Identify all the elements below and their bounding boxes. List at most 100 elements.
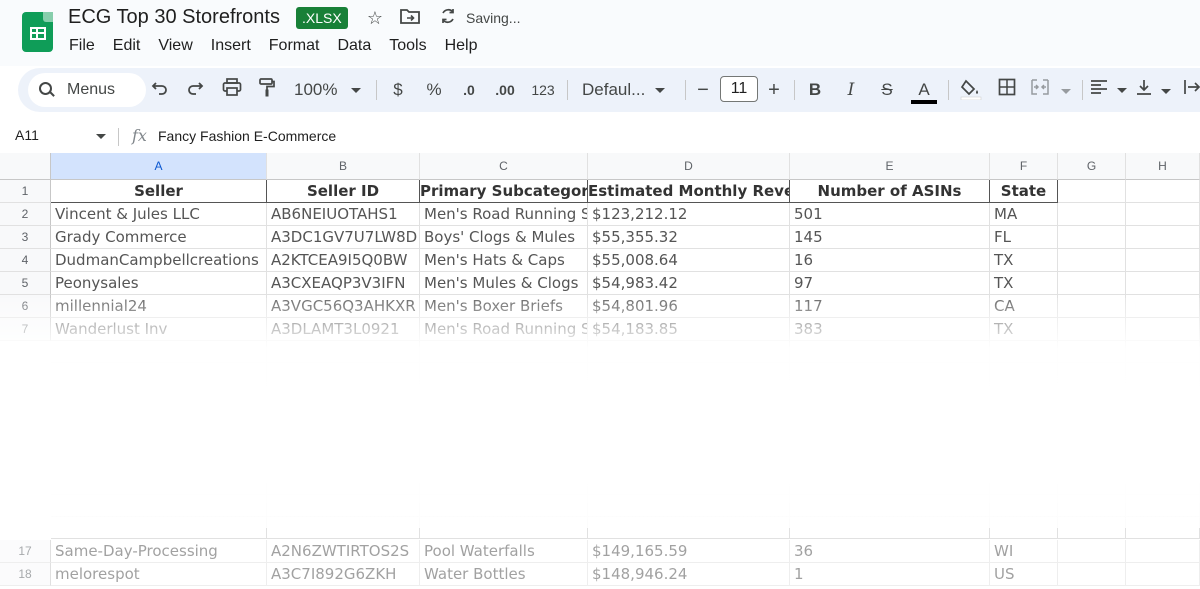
empty-cell[interactable] (1058, 451, 1126, 473)
increase-decimal-button[interactable]: .00 (491, 78, 519, 102)
row-header[interactable]: 7 (0, 318, 51, 341)
revenue-cell[interactable]: $123,212.12 (588, 203, 790, 226)
menu-file[interactable]: File (60, 36, 104, 58)
select-all-corner[interactable] (0, 153, 51, 180)
seller-cell[interactable]: Peonysales (51, 272, 267, 295)
empty-cell[interactable] (990, 429, 1058, 451)
horizontal-align-icon[interactable] (1090, 78, 1130, 102)
document-title[interactable]: ECG Top 30 Storefronts (68, 6, 280, 29)
seller-id-cell[interactable]: A3VGC56Q3AHKXR (267, 295, 420, 318)
header-cell-state[interactable]: State (990, 180, 1058, 203)
revenue-cell[interactable]: $54,983.42 (588, 272, 790, 295)
seller-id-cell[interactable]: A3DC1GV7U7LW8D (267, 226, 420, 249)
empty-cell[interactable] (1126, 540, 1200, 563)
empty-cell[interactable] (790, 385, 990, 407)
sheets-logo-icon[interactable] (22, 12, 53, 52)
empty-cell[interactable] (1058, 429, 1126, 451)
decrease-decimal-button[interactable]: .0 (456, 78, 482, 102)
empty-cell[interactable] (1126, 180, 1200, 203)
empty-cell[interactable] (588, 429, 790, 451)
empty-cell[interactable] (990, 495, 1058, 517)
row-header[interactable]: 18 (0, 563, 51, 586)
column-header-h[interactable]: H (1126, 153, 1200, 180)
paint-format-icon[interactable] (256, 78, 278, 102)
font-select[interactable]: Defaul... (582, 78, 682, 102)
header-cell-seller-id[interactable]: Seller ID (267, 180, 420, 203)
subcategory-cell[interactable]: Men's Road Running Sho (420, 203, 588, 226)
state-cell[interactable]: FL (990, 226, 1058, 249)
seller-id-cell[interactable]: AB6NEIUOTAHS1 (267, 203, 420, 226)
asins-cell[interactable]: 501 (790, 203, 990, 226)
state-cell[interactable]: MA (990, 203, 1058, 226)
bold-button[interactable]: B (804, 78, 826, 102)
empty-cell[interactable] (588, 341, 790, 363)
empty-cell[interactable] (1126, 517, 1200, 539)
header-cell-subcategory[interactable]: Primary Subcategory (420, 180, 588, 203)
empty-cell[interactable] (588, 407, 790, 429)
row-header[interactable]: 2 (0, 203, 51, 226)
subcategory-cell[interactable]: Pool Waterfalls (420, 540, 588, 563)
empty-cell[interactable] (990, 363, 1058, 385)
empty-cell[interactable] (588, 451, 790, 473)
column-header-d[interactable]: D (588, 153, 790, 180)
subcategory-cell[interactable]: Men's Mules & Clogs (420, 272, 588, 295)
empty-cell[interactable] (1126, 203, 1200, 226)
column-header-e[interactable]: E (790, 153, 990, 180)
borders-icon[interactable] (996, 78, 1018, 102)
empty-cell[interactable] (1058, 180, 1126, 203)
state-cell[interactable]: CA (990, 295, 1058, 318)
empty-cell[interactable] (790, 429, 990, 451)
empty-cell[interactable] (267, 407, 420, 429)
number-format-button[interactable]: 123 (529, 78, 557, 102)
empty-cell[interactable] (420, 451, 588, 473)
seller-id-cell[interactable]: A3CXEAQP3V3IFN (267, 272, 420, 295)
empty-cell[interactable] (51, 473, 267, 495)
empty-cell[interactable] (1126, 563, 1200, 586)
empty-cell[interactable] (1126, 363, 1200, 385)
undo-icon[interactable] (149, 78, 171, 102)
text-wrap-icon[interactable] (1182, 78, 1200, 102)
merge-cells-icon[interactable] (1030, 78, 1080, 102)
empty-cell[interactable] (267, 517, 420, 539)
state-cell[interactable]: TX (990, 318, 1058, 341)
decrease-font-size-button[interactable]: − (692, 78, 714, 102)
asins-cell[interactable]: 36 (790, 540, 990, 563)
empty-cell[interactable] (790, 495, 990, 517)
currency-format-button[interactable]: $ (388, 78, 408, 102)
empty-cell[interactable] (1126, 341, 1200, 363)
empty-cell[interactable] (790, 407, 990, 429)
empty-cell[interactable] (1058, 495, 1126, 517)
empty-cell[interactable] (1126, 318, 1200, 341)
menu-tools[interactable]: Tools (380, 36, 435, 58)
row-header[interactable]: 1 (0, 180, 51, 203)
empty-cell[interactable] (51, 495, 267, 517)
asins-cell[interactable]: 16 (790, 249, 990, 272)
menus-search-button[interactable]: Menus (28, 73, 146, 107)
revenue-cell[interactable]: $149,165.59 (588, 540, 790, 563)
empty-cell[interactable] (588, 517, 790, 539)
empty-cell[interactable] (990, 385, 1058, 407)
vertical-align-icon[interactable] (1136, 78, 1176, 102)
column-header-c[interactable]: C (420, 153, 588, 180)
empty-cell[interactable] (790, 451, 990, 473)
font-size-input[interactable]: 11 (720, 76, 758, 102)
empty-cell[interactable] (267, 385, 420, 407)
empty-cell[interactable] (1058, 563, 1126, 586)
empty-cell[interactable] (51, 385, 267, 407)
seller-cell[interactable]: Vincent & Jules LLC (51, 203, 267, 226)
revenue-cell[interactable]: $148,946.24 (588, 563, 790, 586)
empty-cell[interactable] (1058, 318, 1126, 341)
empty-cell[interactable] (1058, 295, 1126, 318)
increase-font-size-button[interactable]: + (763, 78, 785, 102)
seller-id-cell[interactable]: A3DLAMT3L0921 (267, 318, 420, 341)
empty-cell[interactable] (1058, 385, 1126, 407)
empty-cell[interactable] (1058, 226, 1126, 249)
empty-cell[interactable] (1058, 473, 1126, 495)
empty-cell[interactable] (588, 495, 790, 517)
asins-cell[interactable]: 383 (790, 318, 990, 341)
empty-cell[interactable] (51, 451, 267, 473)
empty-cell[interactable] (51, 363, 267, 385)
empty-cell[interactable] (1058, 203, 1126, 226)
seller-id-cell[interactable]: A3C7I892G6ZKH (267, 563, 420, 586)
seller-cell[interactable]: millennial24 (51, 295, 267, 318)
